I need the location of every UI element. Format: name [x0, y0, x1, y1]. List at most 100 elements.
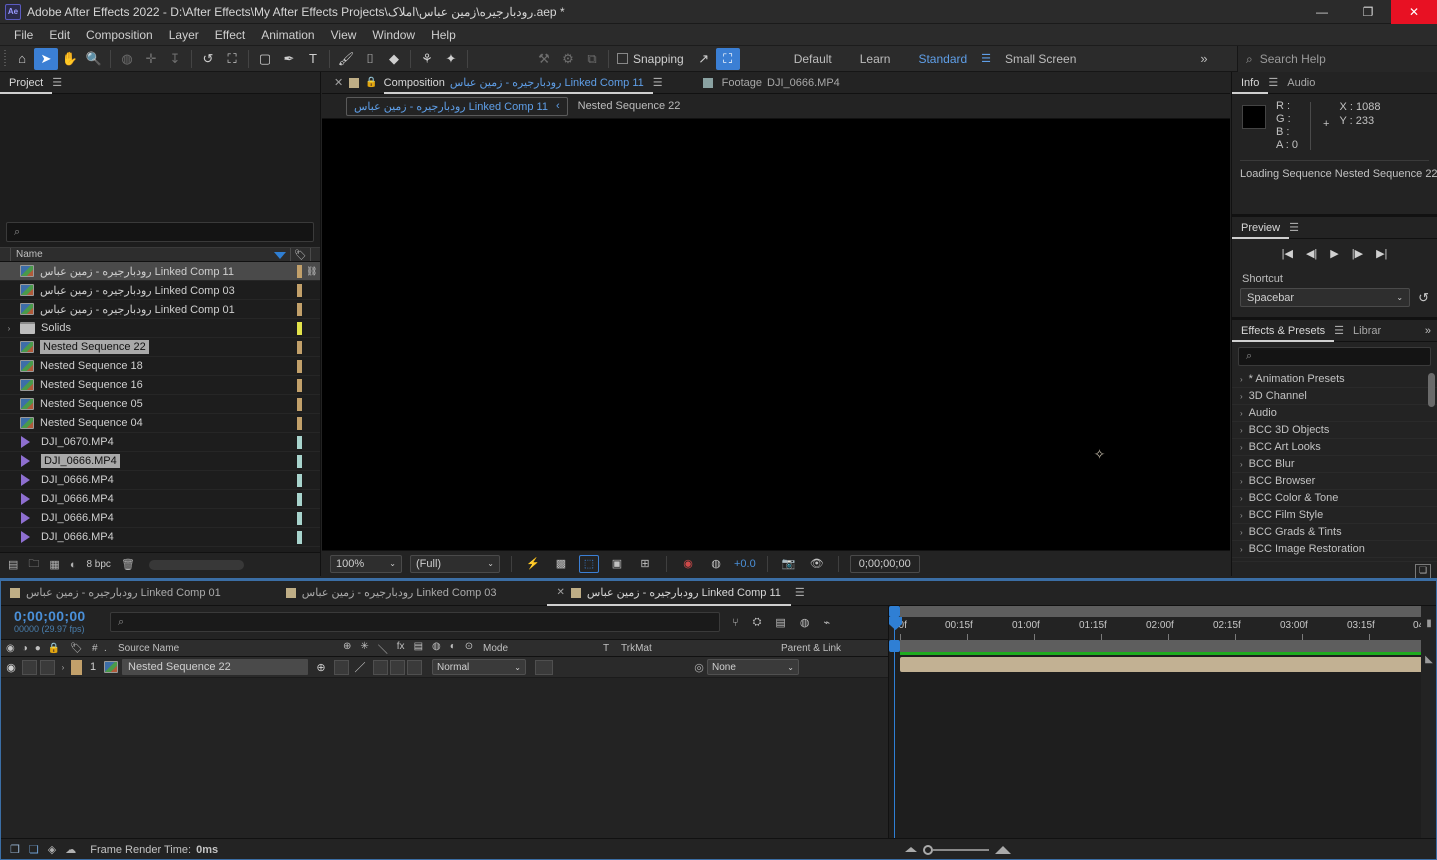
zoom-out-icon[interactable] — [905, 847, 917, 852]
workspace-standard[interactable]: Standard — [904, 52, 981, 66]
label-color-swatch[interactable] — [297, 283, 302, 297]
toolbar-grip[interactable] — [2, 49, 10, 68]
effects-search-input[interactable]: ⌕ — [1238, 347, 1431, 366]
work-area-start-handle[interactable] — [889, 606, 900, 617]
layer-number-header[interactable]: # — [92, 643, 104, 654]
bit-depth-label[interactable]: 8 bpc — [86, 559, 110, 570]
layer-quality-switch[interactable] — [334, 659, 349, 675]
home-icon[interactable]: ⌂ — [10, 48, 34, 70]
layer-source-name[interactable]: Nested Sequence 22 — [122, 659, 308, 675]
reset-shortcut-icon[interactable]: ↺ — [1418, 290, 1429, 306]
mesh-tool-icon[interactable]: ⧉ — [580, 48, 604, 70]
hide-shy-layers-icon[interactable]: ▤ — [775, 616, 785, 629]
label-color-swatch[interactable] — [297, 473, 302, 487]
label-color-swatch[interactable] — [297, 416, 302, 430]
collapse-transform-icon[interactable]: ⊕ — [308, 661, 334, 674]
next-frame-button[interactable]: |▶ — [1352, 247, 1363, 260]
three-d-layer-icon[interactable]: ⊙ — [465, 641, 473, 656]
snap-direction-icon[interactable]: ↗ — [692, 48, 716, 70]
list-item[interactable]: › BCC Grads & Tints — [1232, 524, 1437, 541]
toggle-view-layout-icon[interactable]: ⊞ — [635, 555, 655, 573]
composition-timecode[interactable]: 0;00;00;00 — [849, 554, 920, 573]
render-queue-icon[interactable]: ☁ — [65, 843, 76, 856]
info-menu-icon[interactable]: ☰ — [1268, 76, 1278, 89]
list-item[interactable]: › BCC Art Looks — [1232, 439, 1437, 456]
label-color-swatch[interactable] — [297, 511, 302, 525]
magnification-select[interactable]: 100% ⌄ — [330, 554, 402, 573]
layer-switch-c[interactable] — [407, 659, 422, 675]
dolly-tool-icon[interactable]: ↧ — [163, 48, 187, 70]
menu-view[interactable]: View — [323, 25, 365, 45]
label-color-swatch[interactable] — [297, 492, 302, 506]
breadcrumb-next[interactable]: Nested Sequence 22 — [578, 100, 681, 112]
list-item[interactable]: DJI_0666.MP4 — [0, 452, 320, 471]
menu-window[interactable]: Window — [364, 25, 423, 45]
transparency-grid-icon[interactable]: ▩ — [551, 555, 571, 573]
composition-mini-flowchart-icon[interactable]: ⑂ — [732, 617, 739, 629]
close-icon[interactable]: ✕ — [334, 76, 343, 89]
sort-descending-icon[interactable] — [274, 252, 286, 259]
pan-behind-anchor-icon[interactable]: ⛶ — [220, 48, 244, 70]
twirl-toggle-icon[interactable]: › — [1240, 460, 1243, 469]
list-item[interactable]: Nested Sequence 05 — [0, 395, 320, 414]
twirl-toggle-icon[interactable]: › — [1240, 477, 1243, 486]
tab-effects-presets[interactable]: Effects & Presets — [1232, 320, 1334, 342]
workspace-overflow-icon[interactable]: » — [1200, 51, 1207, 66]
eraser-tool-icon[interactable]: ◆ — [382, 48, 406, 70]
motion-blur-icon[interactable]: ◍ — [432, 641, 441, 656]
column-header-name[interactable]: Name — [0, 249, 43, 260]
workspace-small-screen[interactable]: Small Screen — [991, 52, 1090, 66]
duplicate-view-icon[interactable]: ❐ — [10, 843, 20, 856]
zoom-slider-knob[interactable] — [923, 844, 933, 855]
rotation-tool-icon[interactable]: ↺ — [196, 48, 220, 70]
shortcut-select[interactable]: Spacebar ⌄ — [1240, 288, 1411, 307]
search-help-box[interactable]: ⌕ Search Help — [1237, 46, 1437, 72]
list-item[interactable]: › BCC Browser — [1232, 473, 1437, 490]
label-color-swatch[interactable] — [297, 530, 302, 544]
last-frame-button[interactable]: ▶| — [1376, 247, 1387, 260]
menu-file[interactable]: File — [6, 25, 41, 45]
region-of-interest-icon[interactable]: ⬚ — [579, 554, 599, 573]
time-ruler[interactable]: 00f 00:15f 01:00f 01:15f 02:00f 02:15f 0… — [889, 617, 1437, 640]
list-item[interactable]: Nested Sequence 22 — [0, 338, 320, 357]
tab-libraries[interactable]: Librar — [1344, 320, 1390, 342]
color-depth-icon[interactable]: ◐ — [70, 559, 77, 571]
parent-pickwhip-icon[interactable]: ◎ — [691, 661, 707, 674]
effects-menu-icon[interactable]: ☰ — [1334, 324, 1344, 337]
previous-frame-button[interactable]: ◀| — [1306, 247, 1317, 260]
menu-effect[interactable]: Effect — [207, 25, 253, 45]
close-icon[interactable]: ✕ — [557, 587, 565, 598]
list-item[interactable]: رودبارجیره - زمین عباس Linked Comp 01 — [0, 300, 320, 319]
menu-layer[interactable]: Layer — [161, 25, 207, 45]
type-tool-icon[interactable]: T — [301, 48, 325, 70]
preserve-transparency-header[interactable]: T — [603, 643, 621, 654]
workspace-learn[interactable]: Learn — [846, 52, 905, 66]
effects-overflow-icon[interactable]: » — [1425, 325, 1437, 337]
label-color-swatch[interactable] — [297, 359, 302, 373]
list-item[interactable]: › BCC Color & Tone — [1232, 490, 1437, 507]
preview-menu-icon[interactable]: ☰ — [1289, 221, 1299, 234]
twirl-toggle-icon[interactable]: › — [1240, 511, 1243, 520]
composition-menu-icon[interactable]: ☰ — [653, 76, 663, 89]
twirl-toggle-icon[interactable]: › — [1240, 426, 1243, 435]
label-color-swatch[interactable] — [297, 302, 302, 316]
effects-icon[interactable]: ＼ — [378, 641, 388, 656]
solo-toggle-icon[interactable]: ● — [35, 643, 41, 654]
fx-icon[interactable]: fx — [397, 641, 405, 656]
tab-audio[interactable]: Audio — [1278, 72, 1324, 94]
twirl-toggle-icon[interactable]: › — [1240, 443, 1243, 452]
new-composition-icon[interactable]: ▤ — [8, 558, 18, 571]
mode-header[interactable]: Mode — [483, 643, 603, 654]
label-color-swatch[interactable] — [297, 435, 302, 449]
timeline-scroll-track[interactable] — [889, 640, 1437, 652]
menu-animation[interactable]: Animation — [253, 25, 322, 45]
list-item[interactable]: رودبارجیره - زمین عباس Linked Comp 03 — [0, 281, 320, 300]
twirl-toggle-icon[interactable]: › — [1240, 494, 1243, 503]
hand-tool-icon[interactable]: ✋ — [58, 48, 82, 70]
clone-stamp-tool-icon[interactable]: ⌷ — [358, 48, 382, 70]
lock-icon[interactable]: 🔒 — [365, 77, 377, 88]
take-snapshot-icon[interactable]: 📷 — [779, 555, 799, 573]
label-color-swatch[interactable] — [297, 264, 302, 278]
work-area-bar[interactable] — [889, 606, 1437, 617]
menu-composition[interactable]: Composition — [78, 25, 161, 45]
